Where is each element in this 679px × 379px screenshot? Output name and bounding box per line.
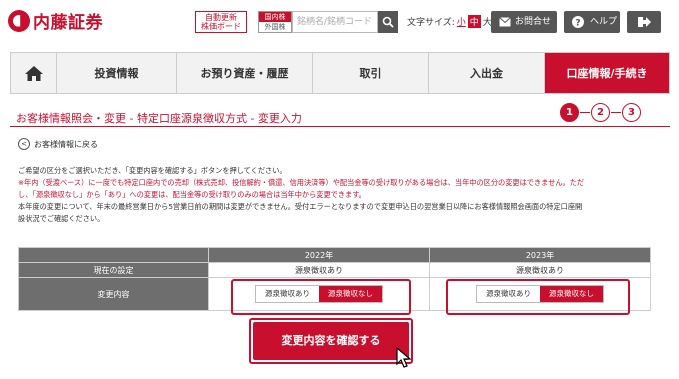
step-2: 2	[591, 103, 610, 122]
notice-line: 設状況でご確認ください。	[18, 214, 105, 223]
warning-line: し、「源泉徴収なし」から「あり」への変更は、配当金等の受け取りのみの場合は当年中…	[18, 190, 366, 199]
help-button[interactable]: ? ヘルプ	[564, 11, 620, 33]
chevron-left-icon: <	[18, 138, 30, 150]
back-to-customer-info-link[interactable]: < お客様情報に戻る	[18, 138, 98, 150]
row-header-change: 変更内容	[18, 277, 209, 311]
main-nav: 投資情報 お預り資産・履歴 取引 入出金 口座情報/手続き	[10, 52, 670, 94]
board-button-line1: 自動更新	[205, 13, 237, 22]
column-header-2022: 2022年	[208, 247, 430, 263]
market-selector[interactable]: 国内株 外国株	[258, 11, 292, 33]
brand-name: 内藤証券	[33, 13, 103, 33]
market-domestic[interactable]: 国内株	[259, 12, 291, 22]
logo-icon	[8, 9, 30, 32]
step-divider	[580, 112, 590, 113]
nav-account-info[interactable]: 口座情報/手続き	[545, 53, 669, 93]
font-size-small[interactable]: 小	[457, 15, 466, 28]
market-foreign[interactable]: 外国株	[259, 22, 291, 32]
confirm-highlight: 変更内容を確認する	[249, 318, 413, 364]
font-size-medium[interactable]: 中	[467, 15, 481, 28]
help-icon: ?	[572, 16, 584, 28]
step-3: 3	[622, 103, 641, 122]
instruction-line: ご希望の区分をご選択いただき、「変更内容を確認する」ボタンを押してください。	[18, 166, 287, 175]
svg-text:?: ?	[575, 19, 580, 29]
site-header: 内藤証券 自動更新 株価ボード 国内株 外国株 銘柄名/銘柄コード 文字サイズ:…	[0, 0, 679, 44]
current-setting-2022: 源泉徴収あり	[208, 262, 430, 278]
search-icon	[382, 16, 394, 28]
instructions: ご希望の区分をご選択いただき、「変更内容を確認する」ボタンを押してください。 ※…	[18, 165, 673, 225]
brand-logo[interactable]: 内藤証券	[8, 8, 103, 33]
logout-button[interactable]	[627, 11, 661, 33]
table-row: 現在の設定 源泉徴収あり 源泉徴収あり	[18, 262, 651, 278]
nav-investment-info[interactable]: 投資情報	[57, 53, 177, 93]
nav-home[interactable]	[11, 53, 57, 93]
font-size-switcher: 文字サイズ: 小中大	[407, 15, 492, 28]
row-header-current: 現在の設定	[18, 262, 209, 278]
stock-board-button[interactable]: 自動更新 株価ボード	[195, 11, 247, 33]
highlight-2023	[446, 279, 630, 315]
contact-label: お問合せ	[515, 17, 552, 27]
table-corner	[18, 247, 209, 263]
title-divider	[10, 126, 670, 127]
mouse-cursor-icon	[396, 347, 412, 368]
warning-line: ※年内（受渡ベース）に一度でも特定口座内での売却（株式売却、投信解約・償還、信用…	[18, 178, 585, 187]
stock-search-input[interactable]: 銘柄名/銘柄コード	[292, 11, 378, 33]
mail-icon	[499, 17, 511, 27]
current-setting-2023: 源泉徴収あり	[429, 262, 651, 278]
back-link-label: お客様情報に戻る	[34, 139, 98, 149]
search-button[interactable]	[378, 11, 398, 33]
page-title: お客様情報照会・変更 - 特定口座源泉徴収方式 - 変更入力	[16, 112, 302, 125]
step-1: 1	[560, 103, 579, 122]
font-size-label: 文字サイズ:	[407, 18, 455, 28]
column-header-2023: 2023年	[429, 247, 651, 263]
home-icon	[24, 65, 43, 81]
confirm-changes-button[interactable]: 変更内容を確認する	[253, 322, 409, 360]
highlight-2022	[231, 279, 411, 315]
help-label: ヘルプ	[590, 17, 618, 27]
nav-trade[interactable]: 取引	[313, 53, 429, 93]
step-divider	[611, 112, 621, 113]
notice-line: 本年度の変更について、年末の最終営業日から5営業日前の期間は変更ができません。受…	[18, 202, 583, 211]
nav-assets-history[interactable]: お預り資産・履歴	[177, 53, 313, 93]
board-button-line2: 株価ボード	[201, 22, 241, 31]
contact-button[interactable]: お問合せ	[491, 11, 557, 33]
step-indicator: 1 2 3	[560, 103, 641, 122]
nav-deposit-withdrawal[interactable]: 入出金	[429, 53, 545, 93]
logout-icon	[638, 17, 651, 27]
